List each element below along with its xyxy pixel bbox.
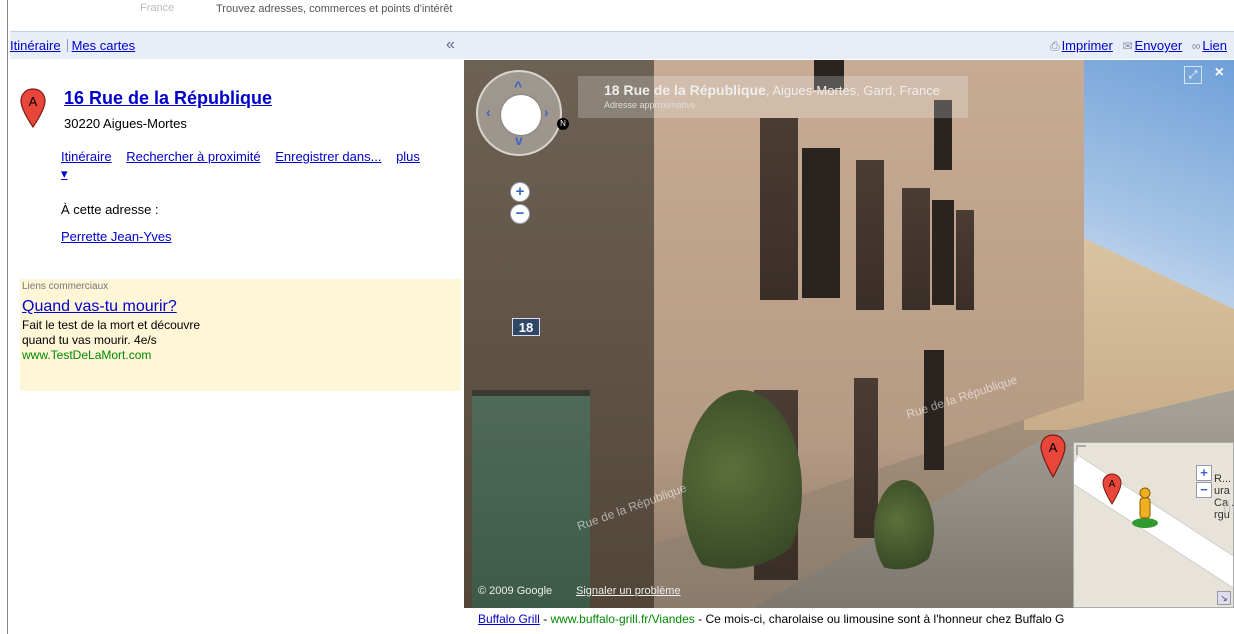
zoom-out-button[interactable]: −	[510, 204, 530, 224]
ad-url[interactable]: www.TestDeLaMort.com	[22, 348, 461, 362]
result-address: 30220 Aigues-Mortes	[64, 116, 187, 131]
location-approx: Adresse approximative	[604, 100, 696, 110]
bottom-ad-text: Ce mois-ci, charolaise ou limousine sont…	[705, 612, 1065, 626]
ad-text-line: quand tu vas mourir. 4e/s	[22, 333, 157, 347]
restaurant-icon: 🍴	[1220, 499, 1234, 513]
shutter	[902, 188, 930, 310]
ad-title-link[interactable]: Quand vas-tu mourir?	[22, 298, 461, 316]
location-street: 18 Rue de la République	[604, 82, 766, 98]
shutter	[856, 160, 884, 310]
minimap-place-label: R... ura Ca... rgu	[1214, 473, 1233, 521]
collapse-panel-button[interactable]: «	[446, 36, 455, 54]
header-faint-label: France	[140, 2, 175, 14]
bottom-ad-title-link[interactable]: Buffalo Grill	[478, 612, 540, 626]
pin-letter: A	[1049, 440, 1058, 455]
window	[802, 148, 840, 298]
location-info-box: 18 Rue de la République, Aigues-Mortes, …	[578, 76, 968, 118]
pegman-icon[interactable]	[1130, 485, 1160, 529]
zoom-in-button[interactable]: +	[510, 182, 530, 202]
minimap-corner-icon	[1076, 445, 1086, 455]
print-link[interactable]: Imprimer	[1062, 38, 1113, 53]
send-link[interactable]: Envoyer	[1135, 38, 1183, 53]
minimap-zoom-out-button[interactable]: −	[1196, 482, 1212, 498]
location-region: , Aigues-Mortes, Gard, France	[765, 83, 940, 98]
print-button[interactable]: ⎙ Imprimer	[1050, 38, 1113, 53]
left-border	[7, 0, 8, 634]
green-door	[472, 390, 590, 608]
at-address-label: À cette adresse :	[61, 202, 159, 217]
plant	[874, 480, 934, 580]
toolbar-right-links: ⎙ Imprimer ✉ Envoyer ∞ Lien	[1044, 38, 1227, 54]
close-icon[interactable]: ×	[1215, 64, 1224, 82]
envelope-icon: ✉	[1122, 39, 1133, 53]
ad-text: Fait le test de la mort et découvre quan…	[22, 318, 461, 348]
ad-text-line: Fait le test de la mort et découvre	[22, 318, 201, 332]
street-view-panorama[interactable]: 18 Rue de la République Rue de la Républ…	[464, 60, 1234, 608]
shutter	[956, 210, 974, 310]
toolbar-left-links: Itinéraire Mes cartes	[10, 38, 139, 53]
bottom-ad-url[interactable]: www.buffalo-grill.fr/Viandes	[550, 612, 694, 626]
pan-control[interactable]: ^ ‹ › v	[476, 70, 562, 156]
directions-link[interactable]: Itinéraire	[61, 149, 112, 164]
printer-icon: ⎙	[1049, 39, 1060, 53]
location-title: 18 Rue de la République, Aigues-Mortes, …	[604, 82, 940, 98]
mini-map[interactable]: A + − R... ura Ca... rgu 🍴 ↘	[1073, 442, 1234, 608]
expand-icon[interactable]: ⤢	[1184, 66, 1202, 84]
marker-letter: A	[29, 94, 38, 109]
toolbar: Itinéraire Mes cartes « ⎙ Imprimer ✉ Envoye…	[10, 31, 1234, 59]
header-tagline: Trouvez adresses, commerces et points d'…	[216, 3, 453, 15]
link-icon: ∞	[1191, 39, 1201, 53]
shutter	[760, 118, 798, 300]
minimap-zoom-control: + −	[1196, 465, 1212, 499]
permalink-link[interactable]: Lien	[1202, 38, 1227, 53]
compass-north-icon: N	[557, 118, 569, 130]
search-nearby-link[interactable]: Rechercher à proximité	[126, 149, 260, 164]
toolbar-separator	[66, 39, 68, 52]
map-marker-icon[interactable]: A	[20, 88, 46, 128]
minimap-marker-icon[interactable]: A	[1102, 473, 1122, 505]
zoom-control: + −	[502, 182, 538, 234]
report-problem-link[interactable]: Signaler un problème	[576, 585, 681, 597]
result-title-link[interactable]: 16 Rue de la République	[64, 88, 272, 109]
hand-icon[interactable]	[501, 95, 541, 135]
sponsored-label: Liens commerciaux	[22, 281, 109, 292]
pan-up-icon[interactable]: ^	[514, 78, 522, 94]
minimap-label-line: R... ura	[1214, 473, 1232, 497]
sponsored-links: Liens commerciaux Quand vas-tu mourir? F…	[20, 279, 461, 391]
maps-page: France Trouvez adresses, commerces et po…	[0, 0, 1234, 634]
itineraire-link[interactable]: Itinéraire	[10, 38, 61, 53]
house-number-plate: 18	[512, 318, 540, 336]
minimap-pin-letter: A	[1109, 479, 1116, 490]
pan-left-icon[interactable]: ‹	[486, 104, 491, 120]
bottom-ad: Buffalo Grill - www.buffalo-grill.fr/Via…	[478, 612, 1065, 626]
person-link[interactable]: Perrette Jean-Yves	[61, 229, 172, 244]
send-button[interactable]: ✉ Envoyer	[1122, 38, 1182, 53]
link-button[interactable]: ∞ Lien	[1192, 38, 1227, 53]
minimap-zoom-in-button[interactable]: +	[1196, 465, 1212, 481]
plant	[682, 390, 802, 590]
street-view-marker-icon[interactable]: A	[1040, 434, 1066, 478]
result-actions: Itinéraire Rechercher à proximité Enregi…	[61, 148, 421, 182]
copyright: © 2009 Google	[478, 585, 553, 597]
window	[932, 200, 954, 305]
minimap-resize-icon[interactable]: ↘	[1217, 591, 1231, 605]
save-to-link[interactable]: Enregistrer dans...	[275, 149, 381, 164]
pan-right-icon[interactable]: ›	[544, 104, 549, 120]
mes-cartes-link[interactable]: Mes cartes	[72, 38, 136, 53]
